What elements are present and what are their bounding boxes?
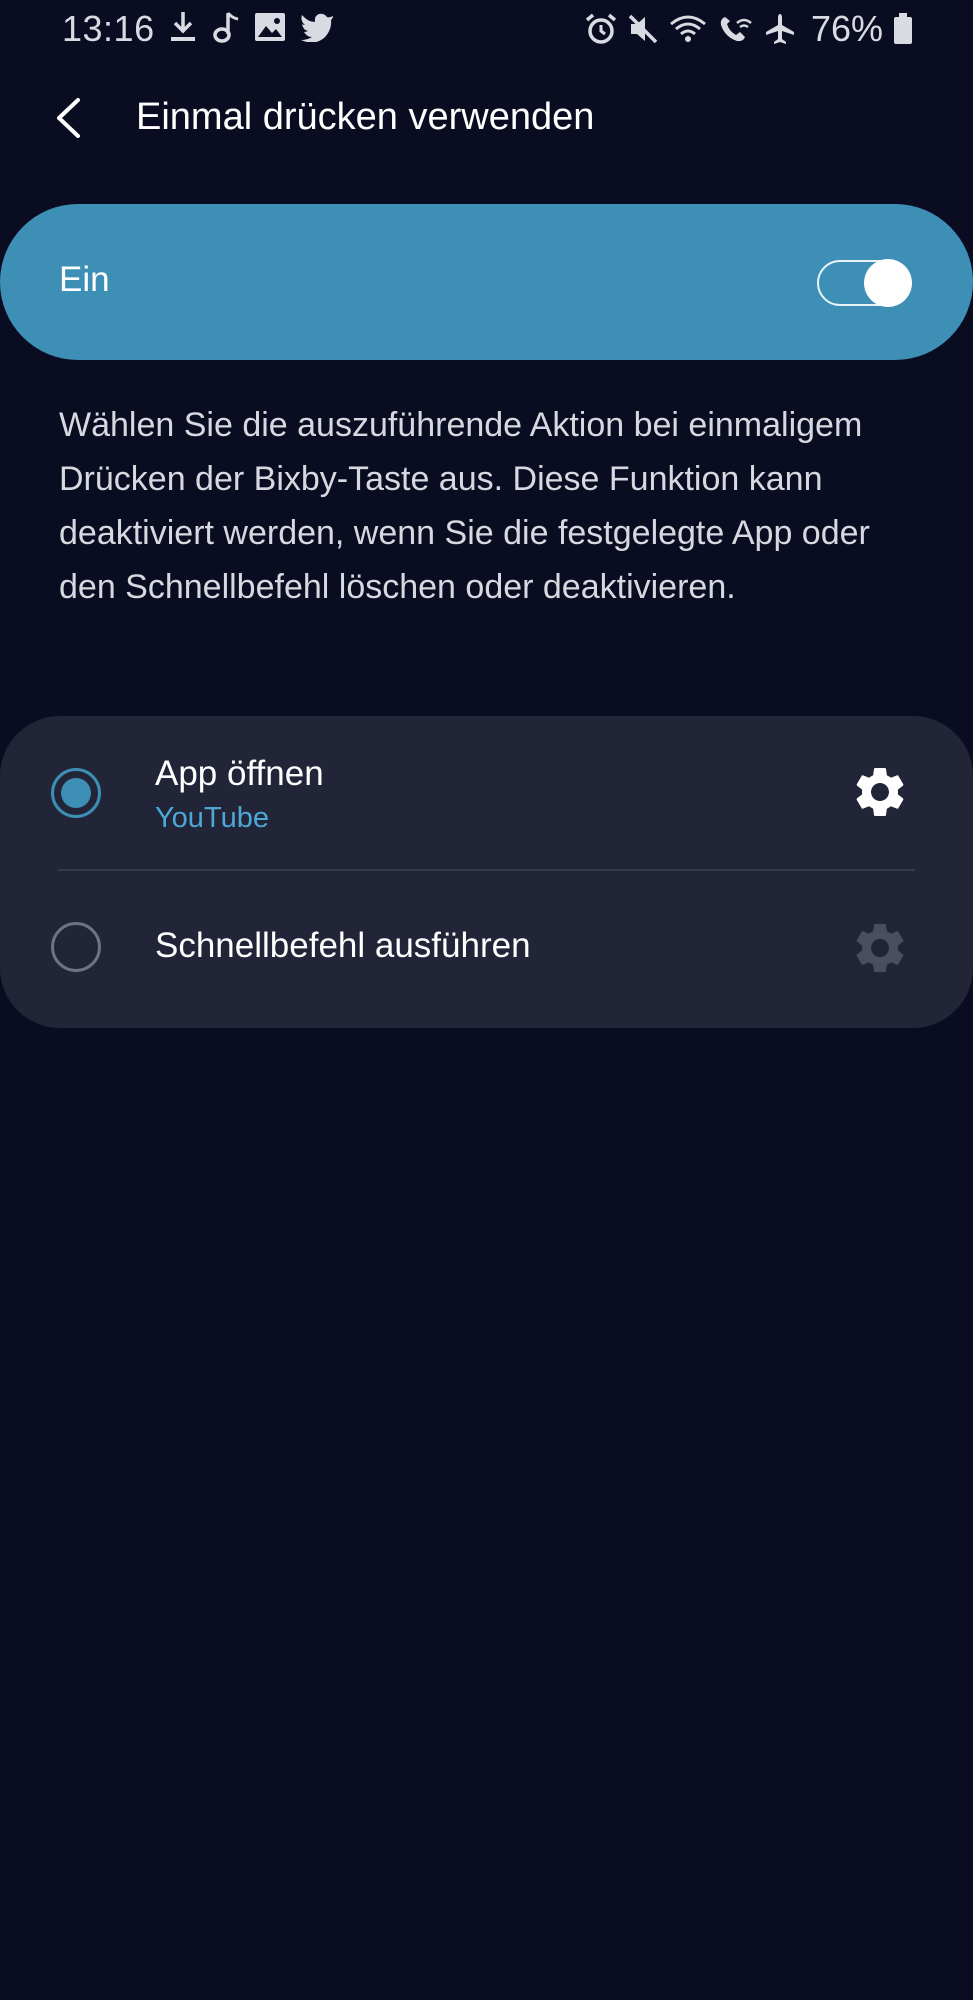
- music-note-icon: [212, 10, 240, 44]
- option-open-app[interactable]: App öffnen YouTube: [0, 716, 973, 872]
- mute-icon: [627, 13, 659, 45]
- gear-icon: [850, 918, 910, 983]
- master-toggle[interactable]: [817, 259, 912, 307]
- options-card: App öffnen YouTube Schnellbefehl ausführ…: [0, 716, 973, 1028]
- chevron-left-icon: [53, 96, 83, 145]
- radio-open-app[interactable]: [51, 768, 101, 818]
- page-title: Einmal drücken verwenden: [136, 96, 595, 138]
- wifi-icon: [669, 14, 707, 44]
- radio-run-quick-command[interactable]: [51, 922, 101, 972]
- gear-icon: [850, 762, 910, 827]
- status-system-area: 76%: [585, 8, 913, 50]
- wifi-calling-icon: [717, 13, 753, 45]
- battery-percent: 76%: [810, 8, 883, 49]
- option-run-quick-command[interactable]: Schnellbefehl ausführen: [0, 872, 973, 1028]
- toggle-knob: [864, 259, 912, 307]
- twitter-icon: [300, 12, 334, 42]
- master-switch-bar[interactable]: Ein: [0, 204, 973, 360]
- option-title: App öffnen: [155, 754, 324, 793]
- app-bar: Einmal drücken verwenden: [0, 82, 973, 158]
- airplane-icon: [763, 12, 797, 46]
- option-subtitle: YouTube: [155, 802, 269, 834]
- option-title: Schnellbefehl ausführen: [155, 926, 531, 965]
- battery-icon: [893, 13, 913, 45]
- divider: [58, 869, 915, 871]
- status-system-icons: [585, 12, 797, 46]
- description-text: Wählen Sie die auszuführende Aktion bei …: [59, 406, 870, 606]
- radio-selected-dot: [61, 778, 91, 808]
- master-switch-label: Ein: [59, 260, 110, 299]
- status-notification-icons: [168, 10, 334, 44]
- image-icon: [254, 12, 286, 42]
- open-app-settings-button[interactable]: [850, 764, 910, 824]
- download-icon: [168, 10, 198, 44]
- quick-command-settings-button: [850, 920, 910, 980]
- status-time: 13:16: [62, 8, 155, 49]
- back-button[interactable]: [40, 92, 96, 148]
- status-bar: 13:16 76%: [0, 0, 973, 58]
- alarm-icon: [585, 12, 617, 46]
